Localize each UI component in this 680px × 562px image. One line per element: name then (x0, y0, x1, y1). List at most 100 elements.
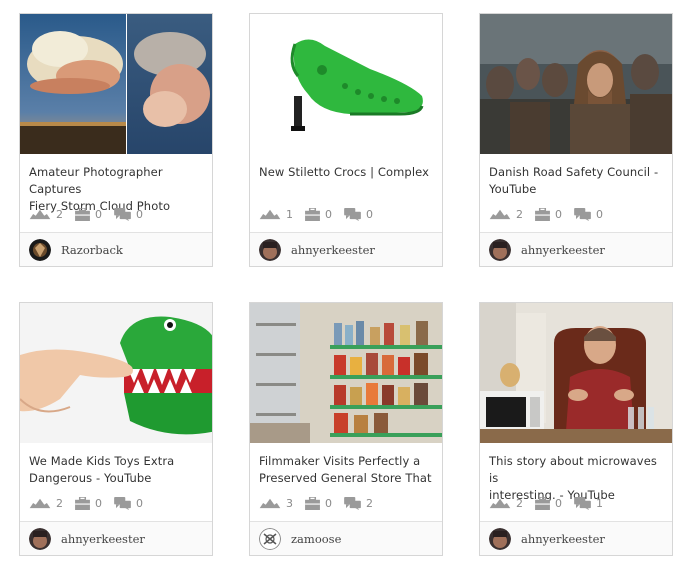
post-card[interactable]: Danish Road Safety Council - YouTube 2 0… (479, 13, 673, 267)
post-card[interactable]: Amateur Photographer Captures Fiery Stor… (19, 13, 213, 267)
avatar[interactable] (29, 239, 51, 261)
comment-stat[interactable]: 1 (574, 496, 603, 510)
like-icon (29, 497, 51, 509)
comment-stat[interactable]: 2 (344, 496, 373, 510)
comment-count: 0 (136, 207, 143, 221)
collection-count: 0 (95, 207, 102, 221)
post-title-line: Amateur Photographer Captures (29, 165, 163, 196)
like-stat[interactable]: 3 (259, 497, 293, 510)
comment-stat[interactable]: 0 (574, 207, 603, 221)
comment-stat[interactable]: 0 (114, 207, 143, 221)
post-card[interactable]: This story about microwaves is interesti… (479, 302, 673, 556)
like-icon (259, 208, 281, 220)
post-footer: ahnyerkeester (250, 232, 442, 266)
avatar[interactable] (259, 239, 281, 261)
post-title[interactable]: Filmmaker Visits Perfectly a Preserved G… (259, 453, 437, 487)
viking-thumbnail[interactable] (480, 14, 672, 154)
comment-stat[interactable]: 0 (344, 207, 373, 221)
post-card[interactable]: We Made Kids Toys Extra Dangerous - YouT… (19, 302, 213, 556)
post-stats: 2 0 1 (489, 495, 615, 511)
post-footer: Razorback (20, 232, 212, 266)
comment-icon (114, 497, 131, 510)
like-count: 1 (286, 207, 293, 221)
briefcase-icon (535, 208, 550, 221)
green-stiletto-croc (250, 14, 442, 154)
like-icon (259, 497, 281, 509)
microwave-thumbnail[interactable] (480, 303, 672, 443)
comment-icon (114, 208, 131, 221)
comment-icon (344, 497, 361, 510)
like-count: 3 (286, 496, 293, 510)
avatar[interactable] (489, 528, 511, 550)
toy-thumbnail[interactable] (20, 303, 212, 443)
like-icon (489, 497, 511, 509)
crocodile-dentist-toy (20, 303, 212, 443)
post-title[interactable]: We Made Kids Toys Extra Dangerous - YouT… (29, 453, 207, 487)
post-footer: ahnyerkeester (480, 232, 672, 266)
avatar[interactable] (489, 239, 511, 261)
comment-count: 0 (596, 207, 603, 221)
like-stat[interactable]: 1 (259, 208, 293, 221)
collection-count: 0 (555, 496, 562, 510)
store-thumbnail[interactable] (250, 303, 442, 443)
post-footer: ahnyerkeester (480, 521, 672, 555)
username-link[interactable]: ahnyerkeester (521, 243, 605, 257)
post-title-line: Filmmaker Visits Perfectly a (259, 454, 421, 468)
comment-icon (344, 208, 361, 221)
comment-count: 0 (366, 207, 373, 221)
username-link[interactable]: ahnyerkeester (61, 532, 145, 546)
collection-stat[interactable]: 0 (305, 207, 332, 221)
like-stat[interactable]: 2 (489, 497, 523, 510)
like-count: 2 (56, 496, 63, 510)
post-title[interactable]: New Stiletto Crocs | Complex (259, 164, 437, 181)
username-link[interactable]: ahnyerkeester (521, 532, 605, 546)
post-title-line: This story about microwaves is (489, 454, 657, 485)
storm-cloud-photo (20, 14, 212, 154)
post-stats: 3 0 2 (259, 495, 385, 511)
collection-stat[interactable]: 0 (535, 496, 562, 510)
briefcase-icon (305, 208, 320, 221)
like-count: 2 (516, 496, 523, 510)
post-title-line: Danish Road Safety Council - (489, 165, 659, 179)
comment-stat[interactable]: 0 (114, 496, 143, 510)
collection-count: 0 (95, 496, 102, 510)
like-stat[interactable]: 2 (489, 208, 523, 221)
post-stats: 2 0 0 (29, 206, 155, 222)
post-stats: 1 0 0 (259, 206, 385, 222)
avatar[interactable] (29, 528, 51, 550)
briefcase-icon (75, 497, 90, 510)
collection-stat[interactable]: 0 (75, 496, 102, 510)
briefcase-icon (535, 497, 550, 510)
post-stats: 2 0 0 (29, 495, 155, 511)
comment-count: 0 (136, 496, 143, 510)
post-title-line: Dangerous - YouTube (29, 471, 152, 485)
collection-stat[interactable]: 0 (535, 207, 562, 221)
avatar[interactable] (259, 528, 281, 550)
like-icon (489, 208, 511, 220)
post-stats: 2 0 0 (489, 206, 615, 222)
croc-thumbnail[interactable] (250, 14, 442, 154)
post-card[interactable]: Filmmaker Visits Perfectly a Preserved G… (249, 302, 443, 556)
collection-count: 0 (555, 207, 562, 221)
briefcase-icon (75, 208, 90, 221)
username-link[interactable]: ahnyerkeester (291, 243, 375, 257)
username-link[interactable]: Razorback (61, 243, 123, 257)
briefcase-icon (305, 497, 320, 510)
post-title-line: Preserved General Store That (259, 471, 432, 485)
post-title-line: New Stiletto Crocs | Complex (259, 165, 430, 179)
post-title[interactable]: Danish Road Safety Council - YouTube (489, 164, 667, 198)
post-footer: zamoose (250, 521, 442, 555)
comment-count: 1 (596, 496, 603, 510)
collection-count: 0 (325, 207, 332, 221)
username-link[interactable]: zamoose (291, 532, 341, 546)
post-title-line: We Made Kids Toys Extra (29, 454, 175, 468)
collection-stat[interactable]: 0 (75, 207, 102, 221)
like-stat[interactable]: 2 (29, 497, 63, 510)
like-icon (29, 208, 51, 220)
storm-cloud-thumbnail[interactable] (20, 14, 212, 154)
post-card[interactable]: New Stiletto Crocs | Complex 1 0 0 ahnye… (249, 13, 443, 267)
post-footer: ahnyerkeester (20, 521, 212, 555)
collection-stat[interactable]: 0 (305, 496, 332, 510)
like-stat[interactable]: 2 (29, 208, 63, 221)
like-count: 2 (516, 207, 523, 221)
